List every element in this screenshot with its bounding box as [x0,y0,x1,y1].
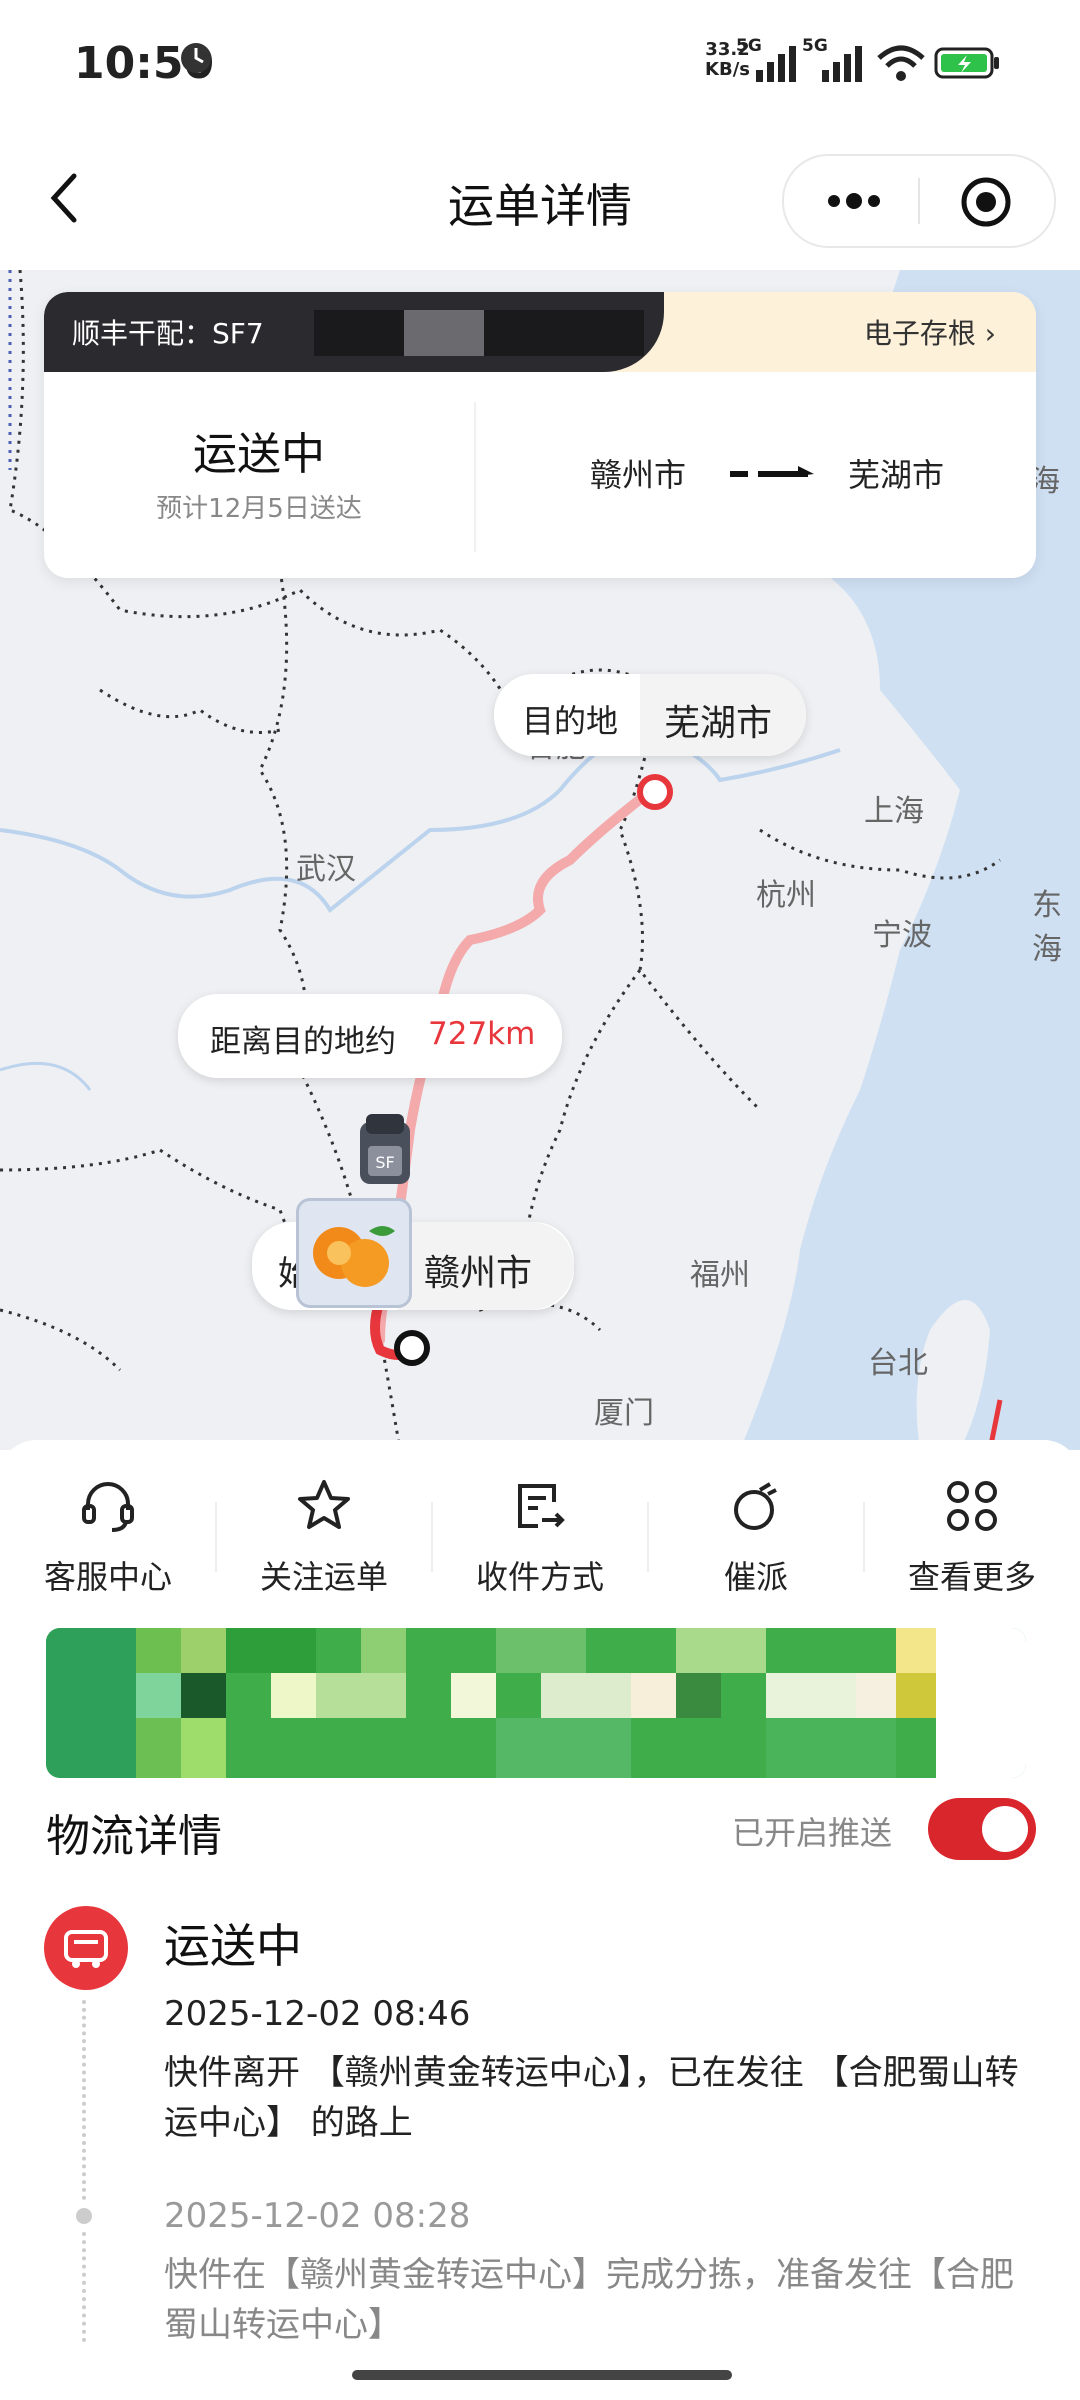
action-label: 客服中心 [43,1558,172,1596]
customer-service-button[interactable]: 客服中心 [0,1440,216,1610]
action-label: 催派 [723,1558,788,1596]
battery-icon [934,47,999,79]
timeline-line [82,2000,90,2200]
receive-method-icon [518,1484,565,1528]
logistics-title: 物流详情 [46,1811,222,1862]
map-label: 东海 [1032,888,1062,967]
map-label: 宁波 [872,918,932,953]
action-label: 查看更多 [907,1558,1036,1596]
event-time: 2025-12-02 08:46 [164,1994,471,2034]
electronic-stub-link[interactable]: 电子存根 › [864,312,996,352]
event-description: 快件在【赣州黄金转运中心】完成分拣，准备发往【合肥蜀山转运中心】 [164,2255,1014,2345]
push-toggle[interactable] [928,1798,1036,1860]
destination-bubble: 目的地 芜湖市 [494,674,806,756]
receive-method-button[interactable]: 收件方式 [432,1440,648,1610]
origin-city-label: 赣州市 [590,456,687,494]
action-label: 关注运单 [259,1558,388,1596]
home-indicator [352,2370,732,2380]
wifi-icon [877,45,925,81]
headset-icon [82,1482,134,1532]
signal-icon [822,46,862,82]
product-thumbnail [296,1198,412,1308]
destination-city-label: 芜湖市 [848,456,945,494]
map-label: 厦门 [594,1396,654,1431]
timeline-line [82,2232,90,2342]
distance-bubble: 距离目的地约 727km [178,994,562,1078]
close-miniprogram-icon[interactable] [960,176,1012,228]
destination-city: 芜湖市 [664,703,773,744]
svg-text:SF: SF [375,1153,394,1172]
banner-image [46,1628,1026,1778]
timeline-current-status: 运送中 [164,1919,302,1973]
map-label: 福州 [690,1258,750,1293]
map-label: 台北 [868,1346,928,1381]
destination-label: 目的地 [522,702,619,740]
distance-prefix: 距离目的地约 [210,1024,396,1060]
nav-header: 运单详情 [0,130,1080,270]
action-label: 收件方式 [475,1558,604,1596]
waybill-tag-bar: 顺丰干配：SF7 电子存根 › [44,292,1036,372]
more-dots-icon[interactable] [824,188,884,214]
map-label: 上海 [864,794,924,829]
distance-value: 727km [428,1016,536,1052]
follow-waybill-button[interactable]: 关注运单 [216,1440,432,1610]
push-label: 已开启推送 [732,1814,893,1852]
star-icon [298,1480,350,1529]
waybill-number-tag: 顺丰干配：SF7 [44,292,664,372]
timeline-status-icon [44,1906,128,1990]
status-bar: 10:50 33.2 KB/s 5G 5G [0,0,1080,130]
net-speed-unit: KB/s [705,59,750,80]
waybill-number: 顺丰干配：SF7 [72,317,264,350]
orange-icon [313,1226,395,1287]
timeline-dot [76,2208,92,2224]
promo-banner[interactable] [46,1628,1026,1778]
stopwatch-icon [734,1482,777,1530]
eta-text: 预计12月5日送达 [156,494,362,524]
waybill-card: 顺丰干配：SF7 电子存根 › 运送中 预计12月5日送达 赣州市 芜湖市 [44,292,1036,578]
redacted-block [404,310,484,356]
map-label: 杭州 [756,878,816,913]
clock-icon [181,43,211,73]
origin-city: 赣州市 [424,1253,533,1294]
event-time: 2025-12-02 08:28 [164,2196,471,2236]
grid-more-icon [947,1481,997,1531]
view-more-button[interactable]: 查看更多 [864,1440,1080,1610]
truck-icon: SF [360,1114,410,1184]
map-label: 武汉 [296,852,356,887]
signal-icon [756,46,796,82]
action-bar: 客服中心 关注运单 收件方式 催派 查看更多 [0,1440,1080,1610]
route-arrow-icon [730,466,814,477]
urge-delivery-button[interactable]: 催派 [648,1440,864,1610]
event-description: 快件离开 【赣州黄金转运中心】，已在发往 【合肥蜀山转运中心】 的路上 [164,2053,1019,2143]
shipment-status: 运送中 [193,429,325,480]
truck-icon [64,1930,108,1968]
mini-program-capsule [782,154,1056,248]
